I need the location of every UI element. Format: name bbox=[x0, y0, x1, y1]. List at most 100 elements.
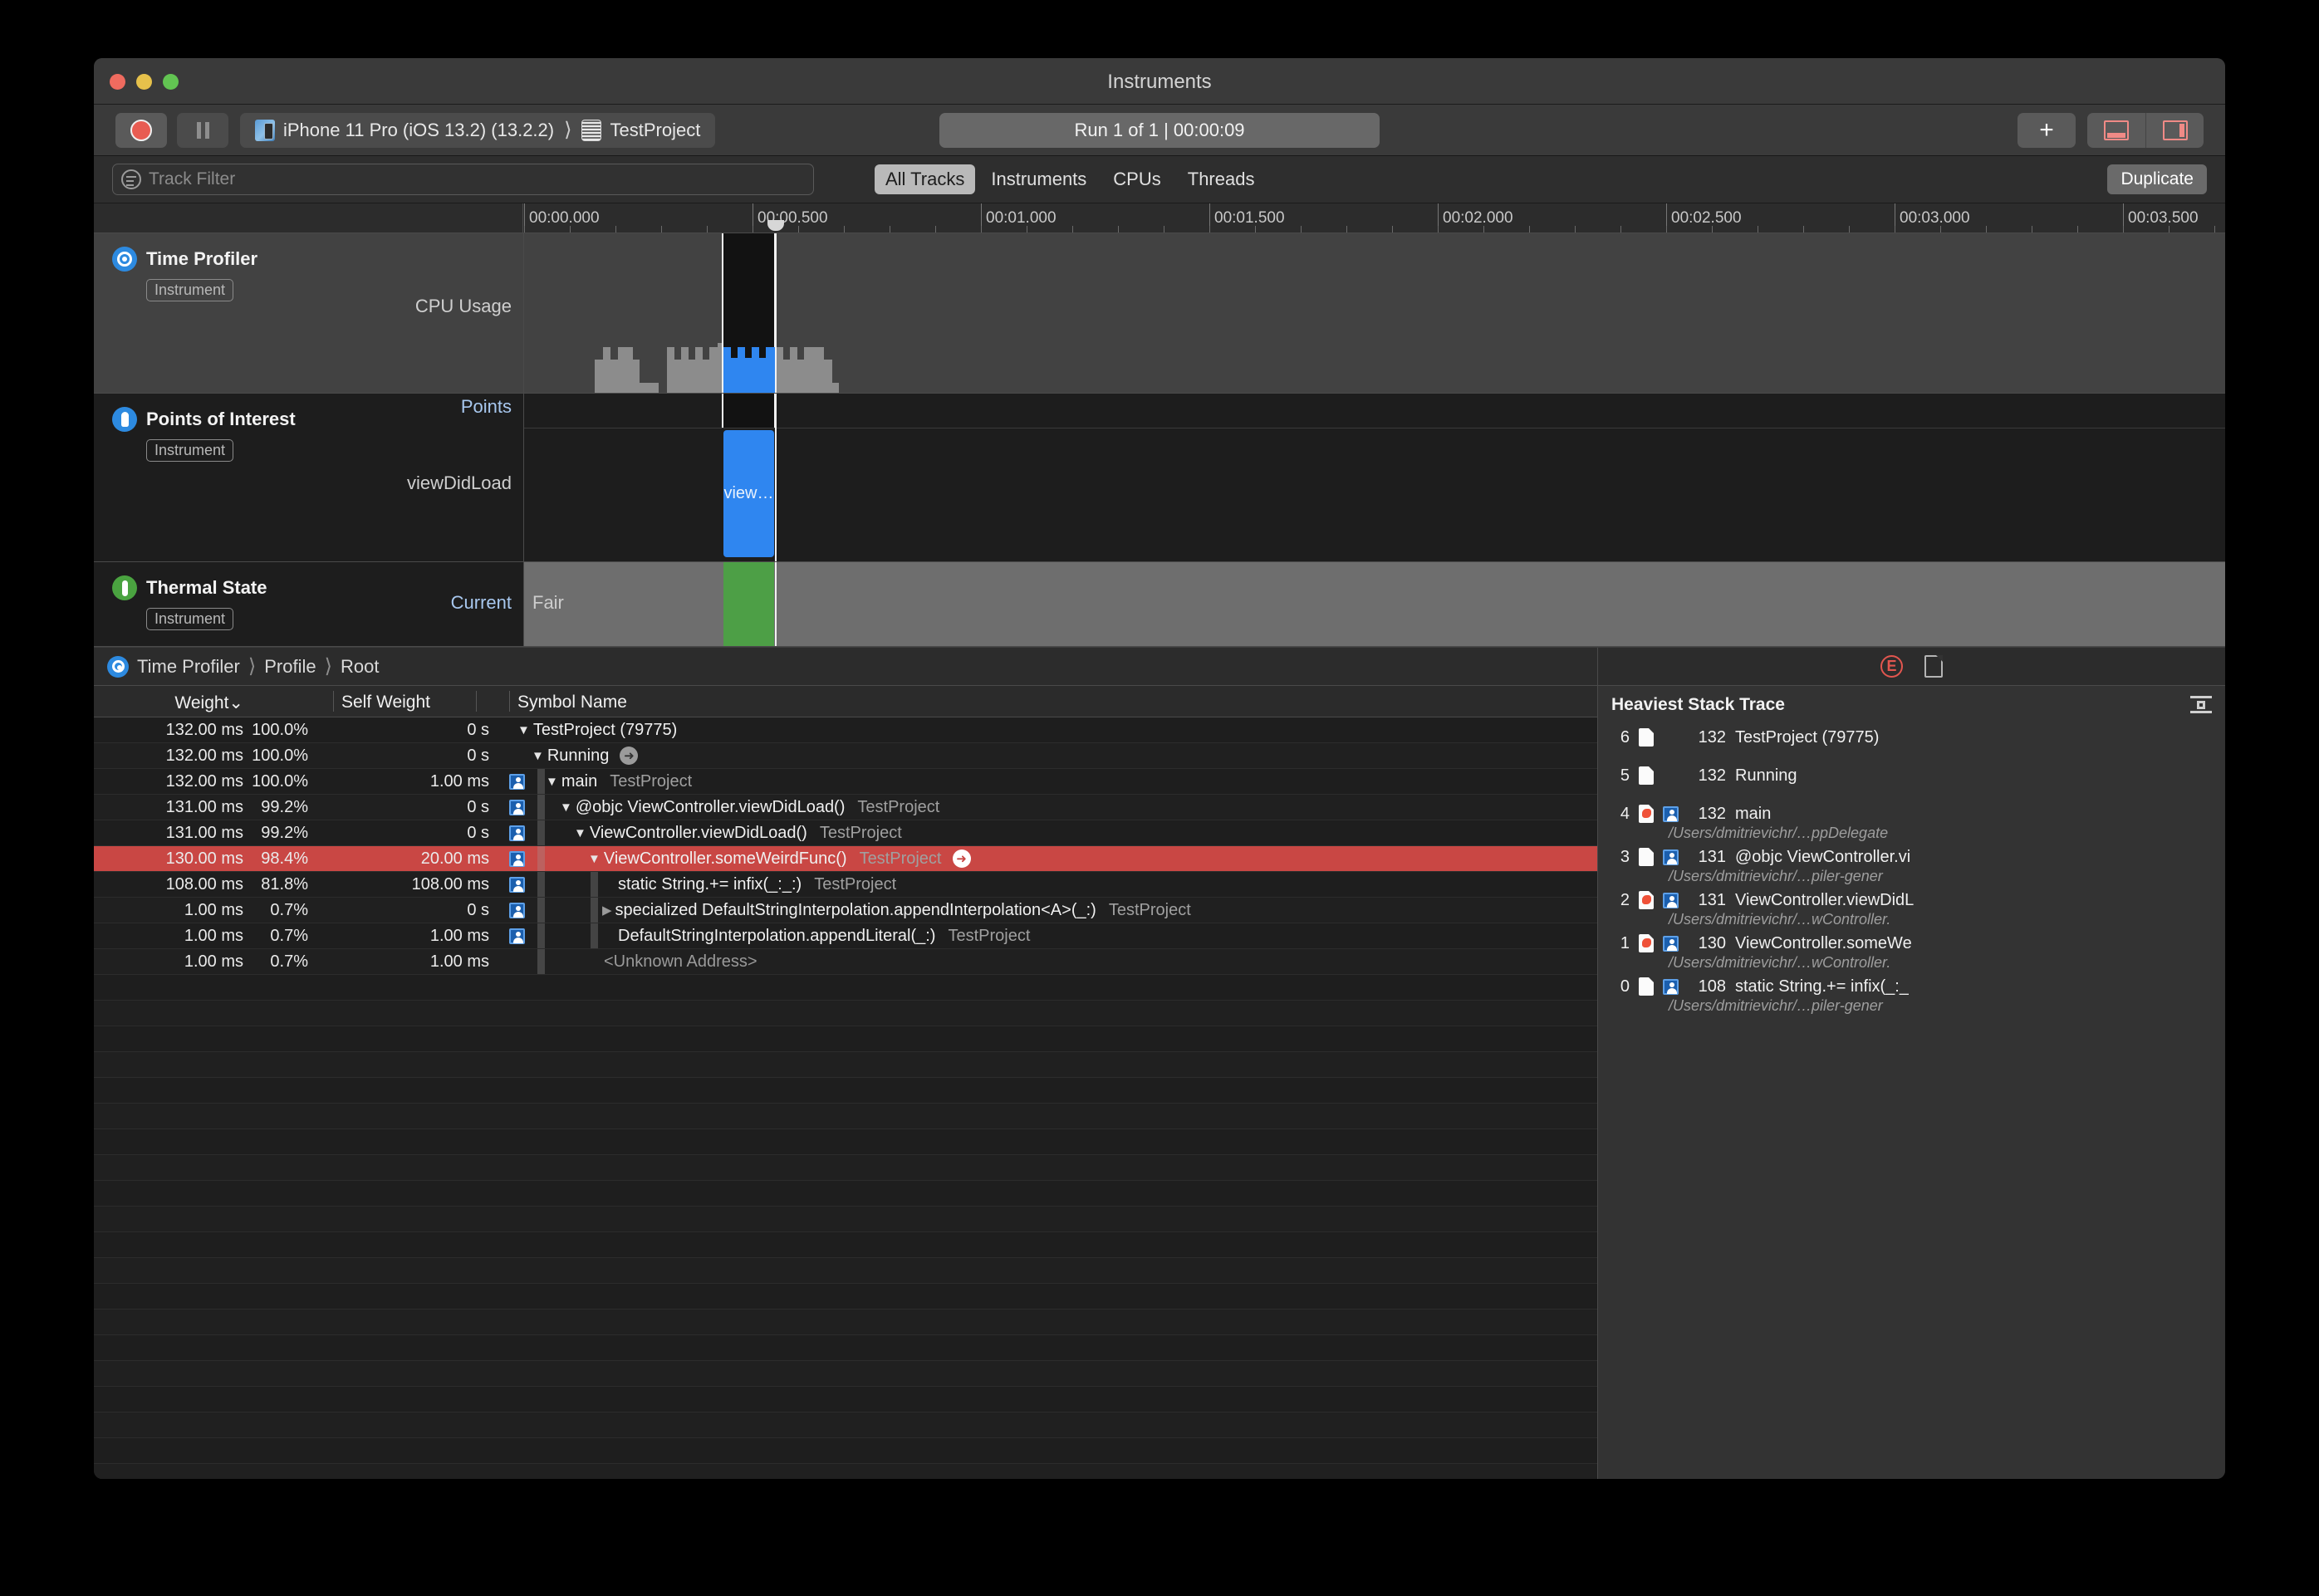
instrument-badge: Instrument bbox=[146, 279, 234, 301]
disclosure-open-icon[interactable]: ▼ bbox=[560, 801, 572, 814]
track-filter-field[interactable] bbox=[112, 164, 814, 195]
table-row-empty bbox=[94, 975, 1597, 1001]
column-header-symbol-name[interactable]: Symbol Name bbox=[517, 693, 627, 712]
disclosure-closed-icon[interactable]: ▶ bbox=[602, 904, 612, 917]
track-graph-thermal-state[interactable]: Fair bbox=[524, 562, 2225, 646]
ruler-minor-tick bbox=[1392, 226, 1393, 233]
cell-self-weight: 0 s bbox=[467, 823, 489, 842]
thermal-band bbox=[524, 562, 2225, 646]
table-row-empty bbox=[94, 1284, 1597, 1310]
table-row-empty bbox=[94, 1155, 1597, 1181]
symbol-label: specialized DefaultStringInterpolation.a… bbox=[615, 900, 1096, 919]
table-row[interactable]: 1.00 ms 0.7% 1.00 ms <Unknown Address> bbox=[94, 949, 1597, 975]
track-header-points-of-interest[interactable]: Points of Interest Instrument Points vie… bbox=[94, 394, 524, 561]
table-row-empty bbox=[94, 1335, 1597, 1361]
table-row[interactable]: 131.00 ms 99.2% 0 s ▼ @objc ViewController.v… bbox=[94, 795, 1597, 820]
track-title: Points of Interest bbox=[146, 409, 296, 429]
add-instrument-button[interactable]: + bbox=[2017, 112, 2076, 148]
module-label: TestProject bbox=[814, 874, 897, 893]
track-header-time-profiler[interactable]: Time Profiler Instrument CPU Usage bbox=[94, 233, 524, 393]
ruler-minor-tick bbox=[1301, 226, 1302, 233]
disclosure-open-icon[interactable]: ▼ bbox=[532, 750, 544, 762]
ruler-minor-tick bbox=[1666, 226, 1667, 233]
stack-frame-weight: 132 bbox=[1698, 804, 1726, 823]
pause-button[interactable] bbox=[177, 112, 228, 148]
track-graph-cpu-usage[interactable] bbox=[524, 233, 2225, 393]
focus-stack-icon[interactable] bbox=[2190, 696, 2212, 716]
column-header-self-weight[interactable]: Self Weight bbox=[341, 693, 430, 712]
stack-frame[interactable]: 1 130 ViewController.someWe/Users/dmitriev… bbox=[1598, 930, 2225, 972]
breadcrumb-item-profile[interactable]: Profile bbox=[264, 656, 316, 678]
table-row[interactable]: 1.00 ms 0.7% 0 s ▶ specialized DefaultString… bbox=[94, 898, 1597, 923]
focus-arrow-icon[interactable]: ➜ bbox=[952, 849, 971, 868]
track-graph-points-of-interest[interactable]: view… bbox=[524, 394, 2225, 561]
poi-interval-viewdidload[interactable]: view… bbox=[723, 430, 774, 557]
points-selection-band bbox=[722, 394, 776, 428]
lane-label-current: Current bbox=[450, 592, 512, 613]
symbol-label: <Unknown Address> bbox=[604, 952, 757, 971]
tab-all-tracks[interactable]: All Tracks bbox=[875, 164, 976, 194]
heaviest-stack-trace-list: 6 132 TestProject (79775) 5 132 Running 4 132 ma… bbox=[1598, 724, 2225, 1015]
disclosure-open-icon[interactable]: ▼ bbox=[517, 724, 530, 737]
track-points-of-interest[interactable]: Points of Interest Instrument Points vie… bbox=[94, 394, 2225, 562]
stack-frame[interactable]: 4 132 main/Users/dmitrievichr/…ppDelegate bbox=[1598, 800, 2225, 842]
lane-label-points: Points bbox=[460, 396, 512, 417]
toggle-detail-view-button[interactable] bbox=[2087, 113, 2145, 148]
disclosure-open-icon[interactable]: ▼ bbox=[574, 827, 586, 840]
disclosure-open-icon[interactable]: ▼ bbox=[546, 776, 558, 788]
disclosure-open-icon[interactable]: ▼ bbox=[588, 853, 601, 865]
table-row[interactable]: 131.00 ms 99.2% 0 s ▼ ViewController.viewDid… bbox=[94, 820, 1597, 846]
duplicate-button[interactable]: Duplicate bbox=[2107, 164, 2207, 194]
table-row-empty bbox=[94, 1258, 1597, 1284]
record-button[interactable] bbox=[115, 112, 167, 148]
stack-frame[interactable]: 6 132 TestProject (79775) bbox=[1598, 724, 2225, 762]
table-row-empty bbox=[94, 1438, 1597, 1464]
toggle-inspector-button[interactable] bbox=[2145, 112, 2204, 148]
stack-frame[interactable]: 5 132 Running bbox=[1598, 762, 2225, 800]
table-row-empty bbox=[94, 1232, 1597, 1258]
column-divider[interactable] bbox=[476, 691, 477, 712]
stack-frame-row: 0 108 static String.+= infix(_:_ bbox=[1611, 973, 2225, 1000]
cell-weight-percent: 99.2% bbox=[261, 823, 308, 842]
table-row[interactable]: 130.00 ms 98.4% 20.00 ms ▼ ViewController.so… bbox=[94, 846, 1597, 872]
stack-frame[interactable]: 2 131 ViewController.viewDidL/Users/dmitri… bbox=[1598, 887, 2225, 928]
ruler-gutter bbox=[94, 203, 523, 233]
stack-frame-symbol: ViewController.someWe bbox=[1735, 933, 1912, 952]
timeline-ruler[interactable]: 00:00.000 00:00.500 00:01.000 00:01.500 … bbox=[94, 203, 2225, 233]
breadcrumb-item-root[interactable]: Root bbox=[341, 656, 379, 678]
tab-threads[interactable]: Threads bbox=[1177, 164, 1266, 194]
table-row-empty bbox=[94, 1078, 1597, 1104]
table-row-empty bbox=[94, 1207, 1597, 1232]
lane-label-cpu-usage: CPU Usage bbox=[414, 296, 512, 316]
breadcrumb-item-instrument[interactable]: Time Profiler bbox=[137, 656, 240, 678]
table-row[interactable]: 132.00 ms 100.0% 0 s ▼ TestProject (79775) bbox=[94, 717, 1597, 743]
table-row[interactable]: 132.00 ms 100.0% 1.00 ms ▼ main TestProject bbox=[94, 769, 1597, 795]
ruler-minor-tick bbox=[661, 226, 662, 233]
column-divider[interactable] bbox=[509, 691, 510, 712]
stack-frame[interactable]: 3 131 @objc ViewController.vi/Users/dmitri… bbox=[1598, 844, 2225, 885]
track-list: Time Profiler Instrument CPU Usage Point… bbox=[94, 233, 2225, 647]
focus-arrow-icon[interactable]: ➜ bbox=[620, 747, 639, 765]
extended-detail-icon[interactable]: E bbox=[1880, 655, 1903, 678]
track-thermal-state[interactable]: Thermal State Instrument Current Fair bbox=[94, 562, 2225, 647]
playhead-handle[interactable] bbox=[767, 220, 784, 231]
pin-icon bbox=[112, 407, 137, 432]
inspector-section-title-row: Heaviest Stack Trace bbox=[1598, 686, 2225, 724]
run-status-field[interactable]: Run 1 of 1 | 00:00:09 bbox=[939, 112, 1380, 148]
tab-instruments[interactable]: Instruments bbox=[980, 164, 1097, 194]
column-header-weight[interactable]: Weight⌄ bbox=[94, 693, 243, 713]
indent-rail bbox=[537, 820, 545, 845]
track-filter-input[interactable] bbox=[149, 169, 805, 189]
table-row[interactable]: 108.00 ms 81.8% 108.00 ms static String.+= … bbox=[94, 872, 1597, 898]
cpu-usage-bar bbox=[790, 347, 797, 393]
table-row[interactable]: 1.00 ms 0.7% 1.00 ms DefaultStringInterpola… bbox=[94, 923, 1597, 949]
document-icon[interactable] bbox=[1924, 655, 1943, 678]
device-target-selector[interactable]: iPhone 11 Pro (iOS 13.2) (13.2.2) ⟩ Test… bbox=[240, 112, 716, 148]
stack-frame[interactable]: 0 108 static String.+= infix(_:_/Users/dmi… bbox=[1598, 973, 2225, 1015]
column-divider[interactable] bbox=[333, 691, 334, 712]
track-header-thermal-state[interactable]: Thermal State Instrument Current bbox=[94, 562, 524, 646]
track-time-profiler[interactable]: Time Profiler Instrument CPU Usage bbox=[94, 233, 2225, 394]
ruler-minor-tick bbox=[1620, 226, 1621, 233]
table-row[interactable]: 132.00 ms 100.0% 0 s ▼ Running ➜ bbox=[94, 743, 1597, 769]
tab-cpus[interactable]: CPUs bbox=[1102, 164, 1171, 194]
